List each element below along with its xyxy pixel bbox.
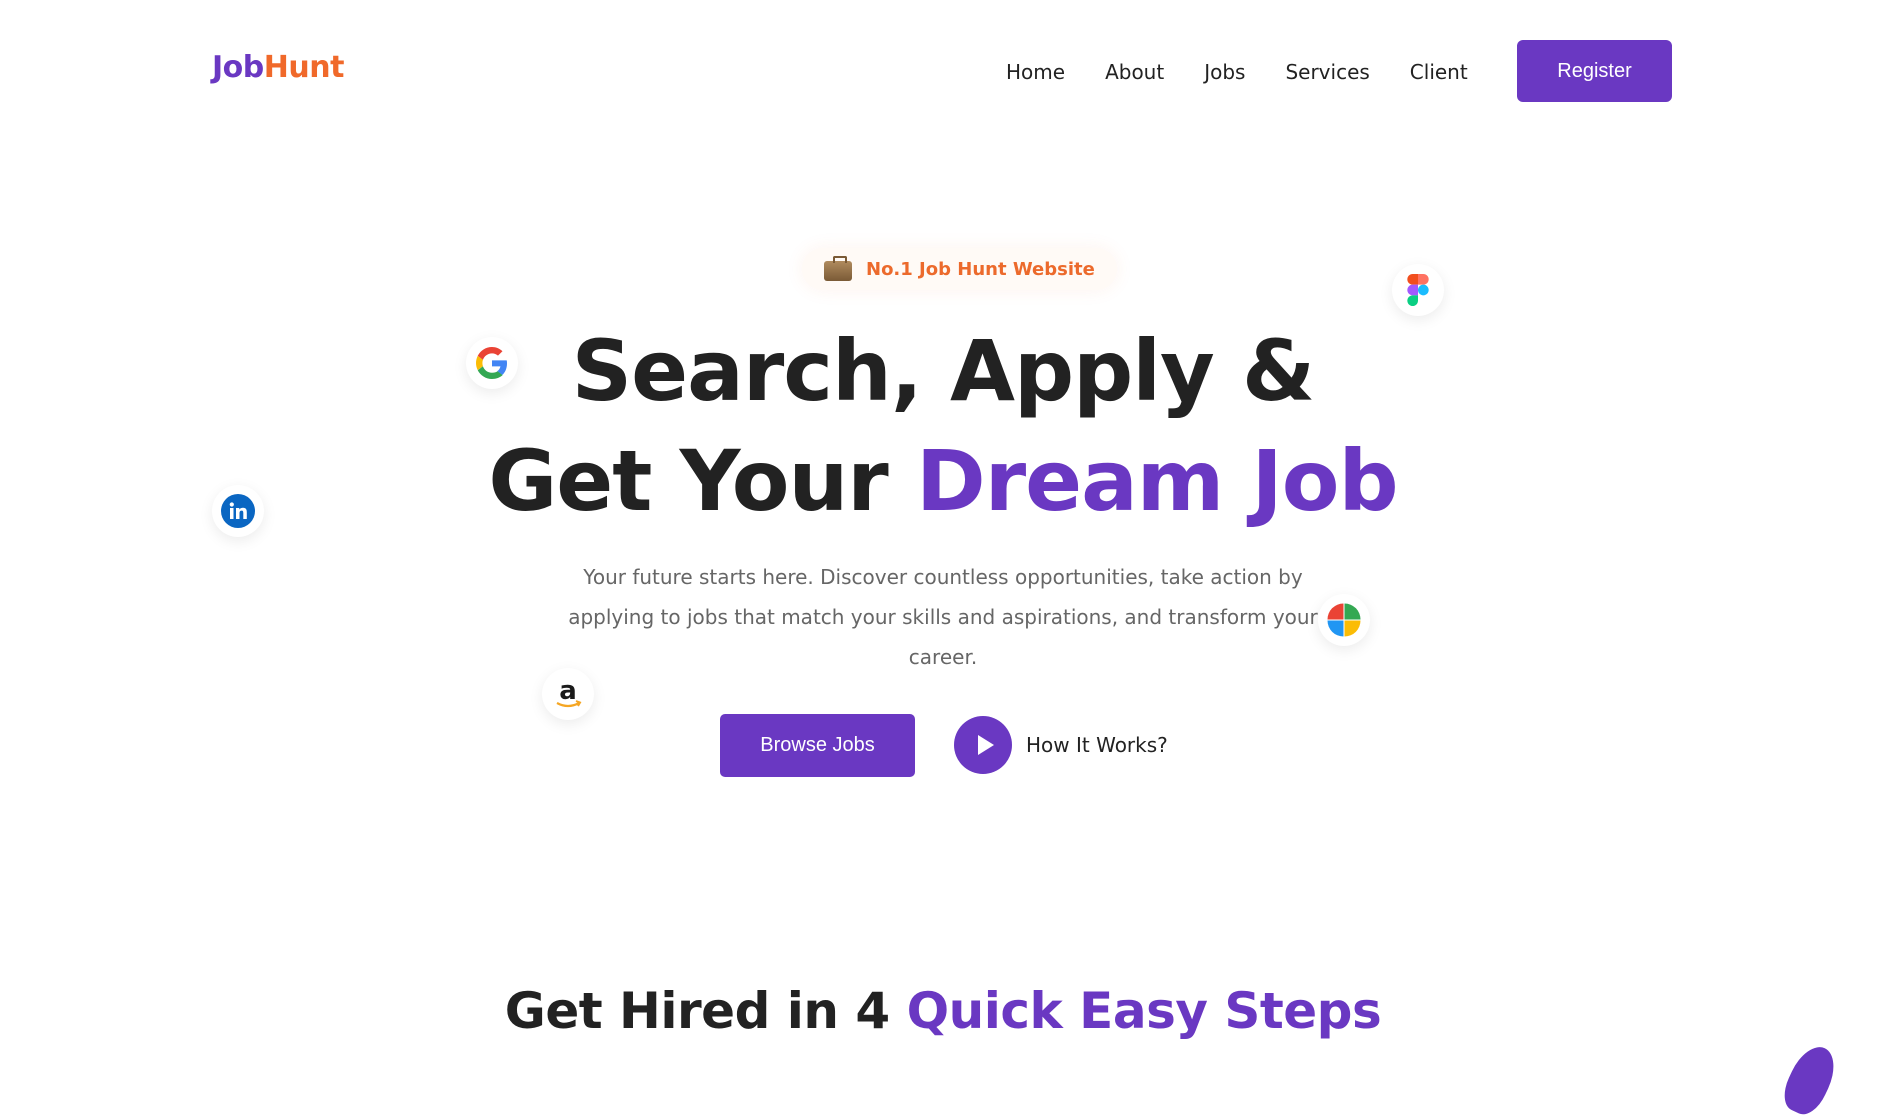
decorative-blob xyxy=(1777,1039,1843,1120)
briefcase-icon xyxy=(824,256,852,281)
play-icon[interactable] xyxy=(954,716,1012,774)
amazon-logo-icon: a xyxy=(542,668,594,720)
register-button[interactable]: Register xyxy=(1517,40,1672,102)
figma-logo-icon xyxy=(1392,264,1444,316)
microsoft-logo-icon xyxy=(1318,594,1370,646)
logo[interactable]: JobHunt xyxy=(212,50,344,85)
how-it-works-label: How It Works? xyxy=(1026,733,1168,757)
browse-jobs-button[interactable]: Browse Jobs xyxy=(720,714,915,777)
hero-description: Your future starts here. Discover countl… xyxy=(568,565,1318,669)
hero-title-line1: Search, Apply & xyxy=(571,322,1316,420)
linkedin-logo-icon xyxy=(212,485,264,537)
hero-title-plain: Get Your xyxy=(488,432,916,530)
nav-services[interactable]: Services xyxy=(1285,58,1369,86)
main-nav: Home About Jobs Services Client xyxy=(1006,58,1508,86)
hero-title-line2: Get Your Dream Job xyxy=(0,432,1886,530)
nav-client[interactable]: Client xyxy=(1410,58,1468,86)
badge-text: No.1 Job Hunt Website xyxy=(866,258,1095,280)
google-logo-icon xyxy=(466,337,518,389)
steps-title-plain: Get Hired in 4 xyxy=(504,982,907,1040)
nav-about[interactable]: About xyxy=(1105,58,1164,86)
hero-badge: No.1 Job Hunt Website xyxy=(802,248,1117,290)
logo-part-hunt: Hunt xyxy=(263,50,345,85)
how-it-works-button[interactable]: How It Works? xyxy=(954,716,1168,774)
steps-section-title: Get Hired in 4 Quick Easy Steps xyxy=(0,982,1886,1040)
steps-title-accent: Quick Easy Steps xyxy=(906,982,1382,1040)
nav-home[interactable]: Home xyxy=(1006,58,1065,86)
nav-jobs[interactable]: Jobs xyxy=(1204,58,1245,86)
logo-part-job: Job xyxy=(212,50,264,85)
svg-text:a: a xyxy=(559,677,577,706)
hero-title-accent: Dream Job xyxy=(915,432,1399,530)
